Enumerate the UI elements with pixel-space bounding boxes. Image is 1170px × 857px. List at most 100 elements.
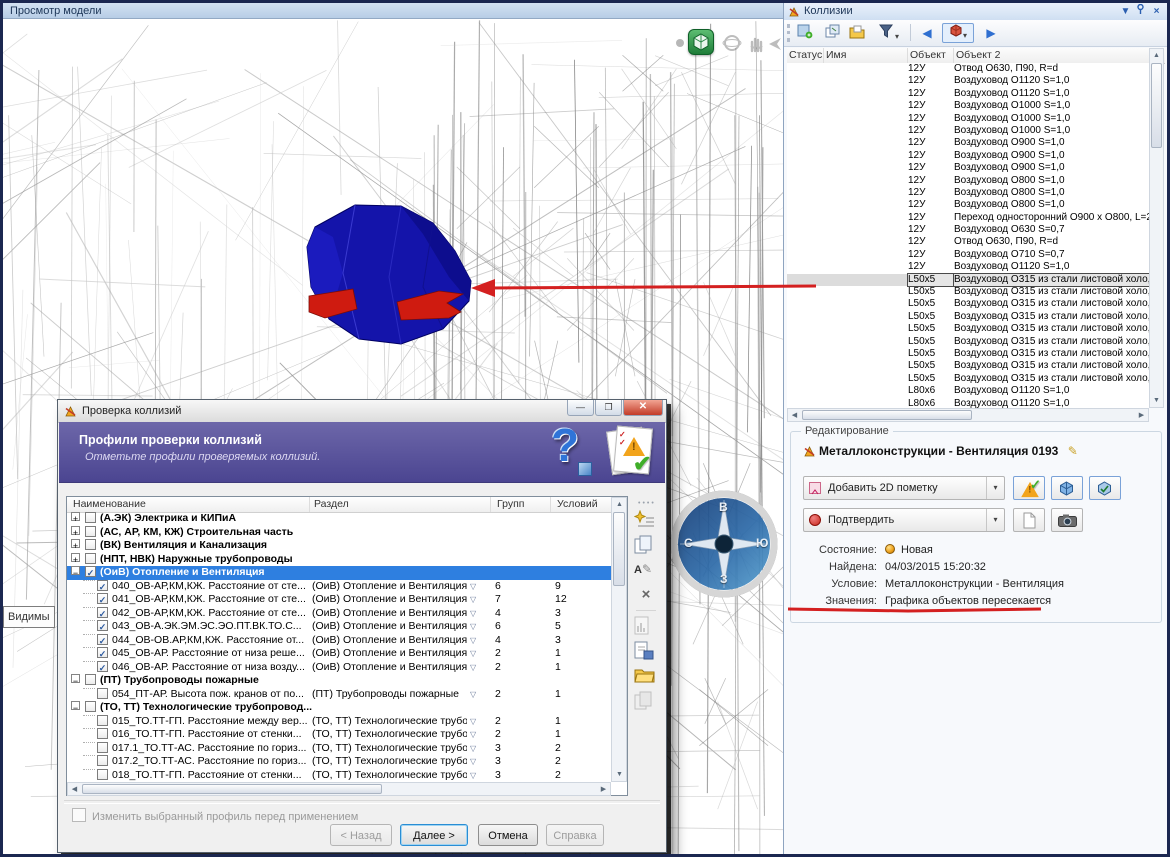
report-icon[interactable] [634,616,658,638]
orbit-icon[interactable] [722,33,742,53]
collision-row[interactable]: Металлоконс12УВоздуховод O800 S=1,0 [787,175,1149,187]
export-profile-icon[interactable] [634,641,658,663]
collision-row[interactable]: Металлоконс12УВоздуховод O1000 S=1,0 [787,125,1149,137]
col-name[interactable]: Имя [824,48,908,63]
collision-row[interactable]: МеталлоконсL50x5Воздуховод O315 из стали… [787,311,1149,323]
profile-checkbox[interactable] [85,526,96,537]
toolbar-grip[interactable]: •••• [638,500,660,507]
filter-icon[interactable]: ▾ [874,23,904,43]
collision-row[interactable]: Металлоконс12УВоздуховод O900 S=1,0 [787,137,1149,149]
profile-checkbox[interactable]: ✓ [97,661,108,672]
new-profile-icon[interactable] [634,510,658,532]
next-button[interactable]: Далее > [400,824,468,846]
col-conditions[interactable]: Условий [551,497,611,512]
profile-checkbox[interactable] [97,755,108,766]
profile-checkbox[interactable]: ✓ [85,566,96,577]
prev-collision-icon[interactable]: ◀ [916,23,938,43]
copy-profile-icon[interactable] [634,535,658,557]
close-button[interactable]: ✕ [623,400,663,416]
help-button[interactable]: Справка [546,824,604,846]
highlight-all-icon[interactable]: ▾ [942,23,974,43]
profile-row[interactable]: ✓040_ОВ-АР,КМ,КЖ. Расстояние от сте...(О… [67,580,611,594]
collisions-vscrollbar[interactable]: ▲ ▼ [1149,48,1164,408]
collision-row[interactable]: Металлоконс12УВоздуховод O1120 S=1,0 [787,261,1149,273]
maximize-button[interactable]: ❐ [595,400,622,416]
profile-checkbox[interactable]: ✓ [97,647,108,658]
profile-row[interactable]: ✓041_ОВ-АР,КМ,КЖ. Расстояние от сте...(О… [67,593,611,607]
open-folder-icon[interactable] [634,666,658,688]
profile-row[interactable]: ✓043_ОВ-А.ЭК.ЭМ.ЭС.ЭО.ПТ.ВК.ТО.С...(ОиВ)… [67,620,611,634]
new-page-icon[interactable] [1013,508,1045,532]
profile-group-row[interactable]: −(ПТ) Трубопроводы пожарные [67,674,611,688]
collision-row[interactable]: МеталлоконсL50x5Воздуховод O315 из стали… [787,373,1149,385]
profile-checkbox[interactable]: ✓ [97,593,108,604]
collision-row[interactable]: Металлоконс12УПереход односторонний O900… [787,212,1149,224]
pin-icon[interactable] [1133,4,1148,19]
tree-expander-icon[interactable]: + [71,539,80,548]
profile-checkbox[interactable] [85,553,96,564]
profiles-table-header[interactable]: Наименование Раздел Групп Условий [67,497,611,513]
col-profile-name[interactable]: Наименование [67,497,310,512]
tree-expander-icon[interactable]: + [71,512,80,521]
close-icon[interactable]: × [1149,4,1164,19]
profile-checkbox[interactable] [85,512,96,523]
tree-expander-icon[interactable]: − [71,566,80,575]
chevron-down-icon[interactable]: ▾ [986,509,1004,531]
profile-checkbox[interactable]: ✓ [97,634,108,645]
pan-hand-icon[interactable] [746,33,766,53]
profile-row[interactable]: 018_ТО.ТТ-ГП. Расстояние от стенки...(ТО… [67,769,611,783]
chevron-down-icon[interactable]: ▾ [986,477,1004,499]
tree-expander-icon[interactable]: + [71,526,80,535]
collision-row[interactable]: Металлоконс12УВоздуховод O900 S=1,0 [787,150,1149,162]
rename-profile-icon[interactable]: A✎ [634,560,658,582]
profile-checkbox[interactable]: ✓ [97,607,108,618]
profile-row[interactable]: ✓042_ОВ-АР,КМ,КЖ. Расстояние от сте...(О… [67,607,611,621]
collisions-hscrollbar[interactable]: ◀ ▶ [787,408,1149,422]
collision-row[interactable]: МеталлоконсL50x5Воздуховод O315 из стали… [787,286,1149,298]
profile-group-row[interactable]: +(АС, АР, КМ, КЖ) Строительная часть [67,526,611,540]
confirm-button[interactable]: Подтвердить ▾ [803,508,1005,532]
profile-row[interactable]: ✓044_ОВ-ОВ.АР,КМ,КЖ. Расстояние от...(Ои… [67,634,611,648]
collision-row[interactable]: Металлоконс12УВоздуховод O800 S=1,0 [787,187,1149,199]
col-object2[interactable]: Объект 2 [954,48,1149,63]
collision-row[interactable]: Металлоконс12УВоздуховод O1120 S=1,0 [787,75,1149,87]
collision-row[interactable]: Металлоконс12УОтвод O630, П90, R=d [787,63,1149,75]
profile-checkbox[interactable] [97,688,108,699]
collision-row[interactable]: Металлоконс12УОтвод O630, П90, R=d [787,236,1149,248]
profile-group-row[interactable]: +(А.ЭК) Электрика и КИПиА [67,512,611,526]
profile-row[interactable]: 054_ПТ-АР. Высота пож. кранов от по...(П… [67,688,611,702]
profile-row[interactable]: ✓046_ОВ-АР. Расстояние от низа возду...(… [67,661,611,675]
profile-checkbox[interactable] [85,539,96,550]
profile-checkbox[interactable] [85,674,96,685]
col-object1[interactable]: Объект 1 [908,48,954,63]
delete-profile-icon[interactable]: × [634,585,658,607]
profile-row[interactable]: 015_ТО.ТТ-ГП. Расстояние между вер...(ТО… [67,715,611,729]
profile-checkbox[interactable] [97,769,108,780]
viewport-nav-toolbar[interactable] [640,27,784,59]
collision-row[interactable]: МеталлоконсL50x5Воздуховод O315 из стали… [787,348,1149,360]
collision-row[interactable]: Металлоконс12УВоздуховод O630 S=0,7 [787,224,1149,236]
add-2d-markup-button[interactable]: Добавить 2D пометку ▾ [803,476,1005,500]
toolbar-grip[interactable] [787,24,793,42]
back-button[interactable]: < Назад [330,824,392,846]
minimize-button[interactable]: — [567,400,594,416]
collision-row[interactable]: МеталлоконсL50x5Воздуховод O315 из стали… [787,360,1149,372]
profile-checkbox[interactable]: ✓ [97,620,108,631]
profile-row[interactable]: 017.2_ТО.ТТ-АС. Расстояние по гориз...(Т… [67,755,611,769]
isolate-cube-icon[interactable] [1051,476,1083,500]
collision-row[interactable]: Металлоконс12УВоздуховод O710 S=0,7 [787,249,1149,261]
next-collision-icon[interactable]: ▶ [980,23,1002,43]
checkbox-box[interactable] [72,808,86,822]
profile-group-row[interactable]: +(ВК) Вентиляция и Канализация [67,539,611,553]
profile-row[interactable]: ✓045_ОВ-АР. Расстояние от низа реше...(О… [67,647,611,661]
profiles-hscrollbar[interactable]: ◀ ▶ [67,782,611,796]
add-viewpoint-icon[interactable] [794,23,816,43]
profile-checkbox[interactable] [85,701,96,712]
profile-group-row[interactable]: −✓(ОиВ) Отопление и Вентиляция [67,566,611,580]
tree-expander-icon[interactable]: − [71,701,80,710]
show-cube-icon[interactable] [1089,476,1121,500]
warning-check-icon[interactable]: ✓ [1013,476,1045,500]
navigation-compass[interactable]: В Ю З С [666,486,782,602]
profile-checkbox[interactable]: ✓ [97,580,108,591]
camera-icon[interactable] [1051,508,1083,532]
